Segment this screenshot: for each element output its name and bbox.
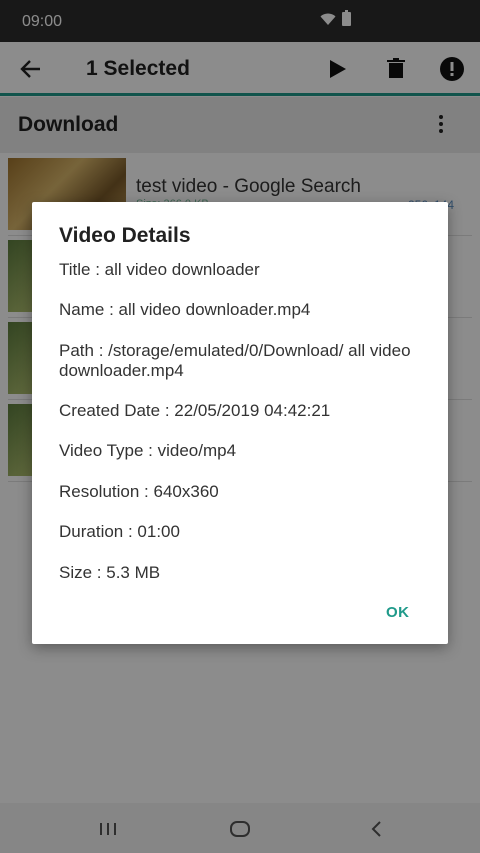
detail-name: Name : all video downloader.mp4	[59, 300, 311, 319]
detail-size: Size : 5.3 MB	[59, 563, 161, 582]
ok-button[interactable]: OK	[386, 604, 410, 621]
detail-title: Title : all video downloader	[59, 260, 260, 279]
detail-duration: Duration : 01:00	[59, 522, 180, 541]
video-details-dialog: Video Details Title : all video download…	[32, 202, 448, 644]
dialog-title: Video Details	[59, 224, 191, 247]
detail-created-date: Created Date : 22/05/2019 04:42:21	[59, 401, 331, 420]
detail-resolution: Resolution : 640x360	[59, 482, 219, 501]
detail-path: Path : /storage/emulated/0/Download/ all…	[59, 341, 411, 380]
detail-video-type: Video Type : video/mp4	[59, 441, 237, 460]
